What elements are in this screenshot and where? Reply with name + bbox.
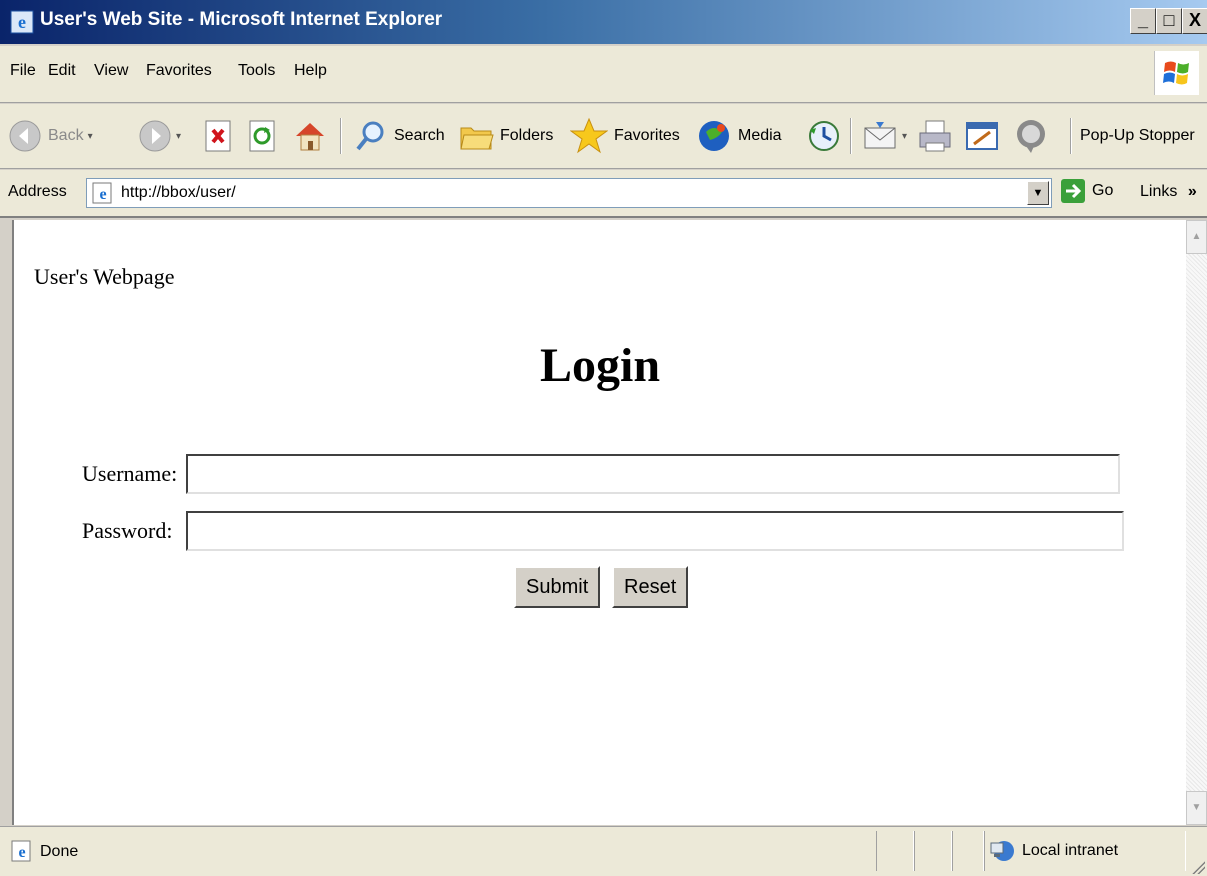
address-bar: Address e http://bbox/user/ ▼ Go Links »	[0, 170, 1207, 218]
search-label: Search	[394, 127, 445, 144]
reset-button[interactable]: Reset	[612, 566, 689, 608]
favorites-label: Favorites	[614, 127, 680, 144]
mail-icon	[864, 122, 896, 149]
site-title: User's Webpage	[34, 264, 175, 289]
menu-view[interactable]: View	[94, 62, 128, 80]
refresh-icon	[249, 120, 275, 152]
resize-grip-icon[interactable]	[1191, 860, 1205, 874]
messenger-button[interactable]	[1012, 116, 1050, 156]
stop-button[interactable]	[204, 116, 234, 156]
folders-button[interactable]: Folders	[458, 116, 553, 156]
back-arrow-icon	[9, 120, 41, 152]
zone-text: Local intranet	[1022, 842, 1119, 859]
window-title: User's Web Site - Microsoft Internet Exp…	[40, 9, 443, 30]
page-content: User's Webpage Login Username: Password:…	[12, 220, 1186, 825]
address-url: http://bbox/user/	[121, 184, 236, 201]
maximize-button[interactable]: □	[1156, 8, 1182, 34]
login-heading: Login	[539, 339, 661, 392]
forward-arrow-icon	[139, 120, 171, 152]
security-zone[interactable]: Local intranet	[988, 837, 1118, 865]
search-button[interactable]: Search	[354, 116, 445, 156]
windows-flag-icon	[1154, 51, 1199, 95]
go-arrow-icon	[1061, 179, 1085, 203]
username-label: Username:	[82, 461, 178, 486]
menu-bar: File Edit View Favorites Tools Help	[0, 46, 1207, 103]
status-pane	[914, 831, 952, 871]
media-button[interactable]: Media	[696, 116, 782, 156]
menu-edit[interactable]: Edit	[48, 62, 76, 80]
mail-button[interactable]: ▾	[862, 116, 907, 156]
status-text: Done	[40, 843, 79, 860]
history-button[interactable]	[806, 116, 842, 156]
scroll-up-icon[interactable]: ▲	[1186, 220, 1207, 254]
vertical-scrollbar[interactable]: ▲ ▼	[1186, 220, 1207, 825]
folders-icon	[460, 127, 494, 150]
folders-label: Folders	[500, 127, 554, 144]
menu-file[interactable]: File	[10, 62, 36, 80]
toolbar-separator	[1070, 118, 1072, 154]
close-button[interactable]: X	[1182, 8, 1207, 34]
submit-button[interactable]: Submit	[514, 566, 601, 608]
menu-favorites[interactable]: Favorites	[146, 62, 212, 80]
messenger-icon	[1017, 120, 1045, 153]
star-icon	[570, 117, 608, 154]
links-label: Links	[1140, 183, 1178, 200]
edit-button[interactable]	[964, 116, 1000, 156]
forward-button[interactable]: ▾	[138, 116, 181, 156]
ie-icon: e	[10, 10, 34, 34]
address-field[interactable]: e http://bbox/user/ ▼	[86, 178, 1052, 208]
links-button[interactable]: Links »	[1140, 183, 1197, 201]
home-button[interactable]	[292, 116, 328, 156]
stop-icon	[205, 120, 231, 152]
browser-window: e User's Web Site - Microsoft Internet E…	[0, 0, 1207, 876]
password-label: Password:	[82, 518, 173, 543]
forward-dropdown-icon[interactable]: ▾	[176, 131, 181, 142]
popup-stopper-label: Pop-Up Stopper	[1080, 127, 1195, 144]
status-pane	[876, 831, 914, 871]
svg-text:e: e	[18, 844, 25, 861]
back-dropdown-icon[interactable]: ▾	[88, 131, 93, 142]
status-pane	[952, 831, 984, 871]
go-label: Go	[1092, 182, 1114, 199]
search-icon	[356, 121, 384, 151]
home-icon	[296, 123, 324, 151]
print-icon	[919, 120, 951, 152]
toolbar: Back ▾ ▾ Search Folders Favorites Media …	[0, 104, 1207, 169]
title-bar[interactable]: e User's Web Site - Microsoft Internet E…	[0, 0, 1207, 44]
history-icon	[809, 121, 839, 151]
address-label: Address	[8, 183, 67, 200]
back-button[interactable]: Back ▾	[8, 116, 93, 156]
svg-text:e: e	[18, 12, 26, 32]
toolbar-separator	[340, 118, 342, 154]
mail-dropdown-icon[interactable]: ▾	[902, 131, 907, 142]
local-intranet-icon	[990, 841, 1014, 861]
toolbar-separator	[850, 118, 852, 154]
print-button[interactable]	[916, 116, 954, 156]
go-button[interactable]: Go	[1060, 178, 1113, 204]
links-chevron-icon: »	[1187, 183, 1197, 200]
menu-help[interactable]: Help	[294, 62, 327, 80]
address-dropdown-icon[interactable]: ▼	[1027, 181, 1049, 205]
minimize-button[interactable]: _	[1130, 8, 1156, 34]
edit-icon	[966, 122, 998, 150]
back-label: Back	[48, 127, 84, 144]
menu-tools[interactable]: Tools	[238, 62, 275, 80]
username-input[interactable]	[186, 454, 1120, 494]
refresh-button[interactable]	[248, 116, 278, 156]
media-label: Media	[738, 127, 782, 144]
scroll-down-icon[interactable]: ▼	[1186, 791, 1207, 825]
password-input[interactable]	[186, 511, 1124, 551]
page-status-icon: e	[11, 840, 31, 862]
page-icon: e	[92, 182, 112, 204]
status-bar: e Done Local intranet	[0, 826, 1207, 876]
media-icon	[699, 121, 729, 151]
favorites-button[interactable]: Favorites	[570, 116, 680, 156]
svg-text:e: e	[99, 186, 106, 203]
popup-stopper-button[interactable]: Pop-Up Stopper	[1080, 116, 1195, 156]
